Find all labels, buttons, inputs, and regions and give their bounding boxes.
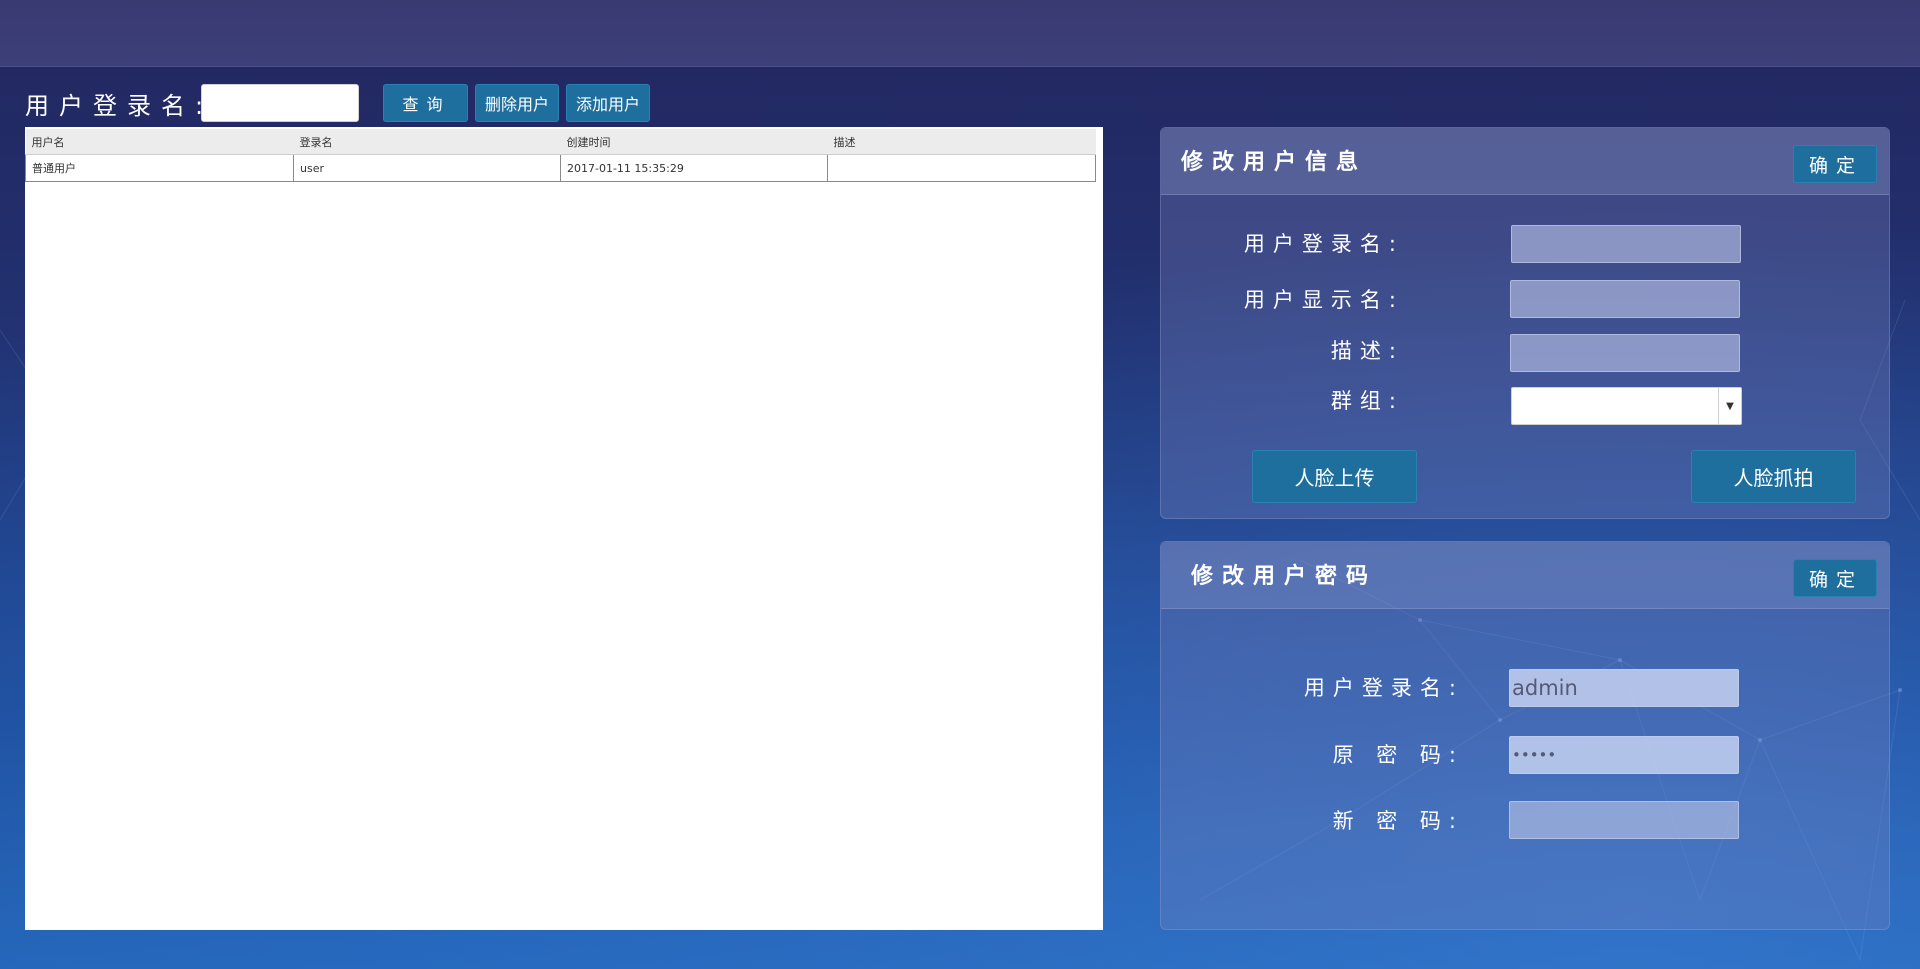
info-login-name-label: 用户登录名: (1243, 232, 1404, 256)
cell-created-time: 2017-01-11 15:35:29 (560, 154, 828, 182)
pwd-login-name-label: 用户登录名: (1303, 676, 1464, 700)
info-group-label: 群组: (1330, 389, 1404, 413)
edit-user-info-header: 修改用户信息 确定 (1161, 128, 1889, 195)
edit-password-header: 修改用户密码 确定 (1161, 542, 1889, 609)
face-upload-button[interactable]: 人脸上传 (1252, 450, 1417, 503)
column-header-created-time[interactable]: 创建时间 (560, 129, 828, 155)
info-group-select[interactable]: ▼ (1511, 387, 1742, 425)
info-display-name-label: 用户显示名: (1243, 288, 1404, 312)
search-login-name-input[interactable] (201, 84, 359, 122)
user-table: 用户名 登录名 创建时间 描述 普通用户 user 2017-01-11 15:… (25, 129, 1096, 182)
pwd-old-password-label: 原 密 码: (1332, 743, 1464, 767)
pwd-login-name-input[interactable]: admin (1509, 669, 1739, 707)
info-description-input[interactable] (1510, 334, 1740, 372)
table-header-row: 用户名 登录名 创建时间 描述 (25, 129, 1096, 155)
cell-login-name: user (293, 154, 561, 182)
pwd-new-password-input[interactable] (1509, 801, 1739, 839)
column-header-description[interactable]: 描述 (827, 129, 1096, 155)
cell-username: 普通用户 (25, 154, 294, 182)
column-header-username[interactable]: 用户名 (25, 129, 294, 155)
info-login-name-input[interactable] (1511, 225, 1741, 263)
edit-user-info-panel: 修改用户信息 确定 用户登录名: 用户显示名: 描述: 群组: ▼ 人脸上传 人… (1160, 127, 1890, 519)
column-header-login-name[interactable]: 登录名 (293, 129, 561, 155)
user-table-panel: 用户名 登录名 创建时间 描述 普通用户 user 2017-01-11 15:… (25, 127, 1103, 930)
top-banner (0, 0, 1920, 67)
search-login-name-label: 用户登录名: (25, 92, 214, 120)
query-button[interactable]: 查询 (383, 84, 468, 122)
info-description-label: 描述: (1330, 339, 1404, 363)
edit-user-info-title: 修改用户信息 (1181, 150, 1368, 175)
edit-info-confirm-button[interactable]: 确定 (1793, 145, 1877, 183)
edit-password-panel: 修改用户密码 确定 用户登录名: admin 原 密 码: ••••• 新 密 … (1160, 541, 1890, 930)
chevron-down-icon[interactable]: ▼ (1718, 388, 1741, 424)
add-user-button[interactable]: 添加用户 (566, 84, 650, 122)
face-capture-button[interactable]: 人脸抓拍 (1691, 450, 1856, 503)
info-display-name-input[interactable] (1510, 280, 1740, 318)
edit-password-confirm-button[interactable]: 确定 (1793, 559, 1877, 597)
table-row[interactable]: 普通用户 user 2017-01-11 15:35:29 (25, 154, 1096, 182)
pwd-old-password-input[interactable]: ••••• (1509, 736, 1739, 774)
delete-user-button[interactable]: 删除用户 (475, 84, 559, 122)
cell-description (827, 154, 1096, 182)
edit-password-title: 修改用户密码 (1191, 564, 1378, 589)
pwd-new-password-label: 新 密 码: (1332, 809, 1464, 833)
